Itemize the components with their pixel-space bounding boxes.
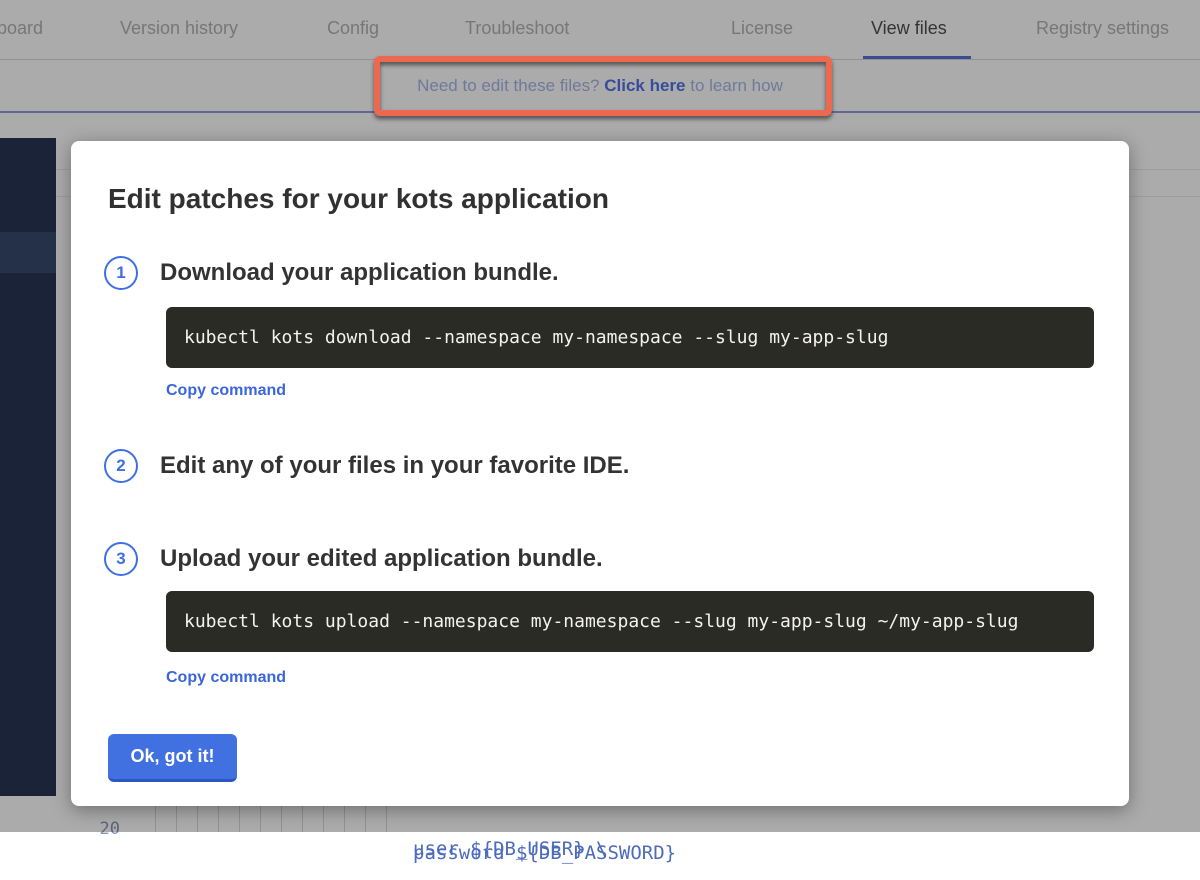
modal-title: Edit patches for your kots application (108, 183, 609, 215)
download-command-block: kubectl kots download --namespace my-nam… (166, 307, 1094, 368)
step-1: 1 Download your application bundle. (104, 256, 559, 290)
edit-patches-modal: Edit patches for your kots application 1… (71, 141, 1129, 806)
step-2-label: Edit any of your files in your favorite … (160, 452, 629, 480)
step-2-number-badge: 2 (104, 449, 138, 483)
code-text: password ${DB_PASSWORD} (413, 842, 676, 864)
copy-upload-command-link[interactable]: Copy command (166, 669, 286, 687)
step-1-label: Download your application bundle. (160, 259, 559, 287)
step-3-number: 3 (116, 549, 125, 569)
step-3-number-badge: 3 (104, 542, 138, 576)
upload-command-text: kubectl kots upload --namespace my-names… (184, 611, 1018, 632)
ok-got-it-button[interactable]: Ok, got it! (108, 734, 237, 782)
copy-download-command-link[interactable]: Copy command (166, 382, 286, 400)
step-2: 2 Edit any of your files in your favorit… (104, 449, 629, 483)
step-3: 3 Upload your edited application bundle. (104, 542, 603, 576)
download-command-text: kubectl kots download --namespace my-nam… (184, 327, 888, 348)
step-3-label: Upload your edited application bundle. (160, 545, 603, 573)
step-1-number: 1 (116, 263, 125, 283)
upload-command-block: kubectl kots upload --namespace my-names… (166, 591, 1094, 652)
step-1-number-badge: 1 (104, 256, 138, 290)
step-2-number: 2 (116, 456, 125, 476)
